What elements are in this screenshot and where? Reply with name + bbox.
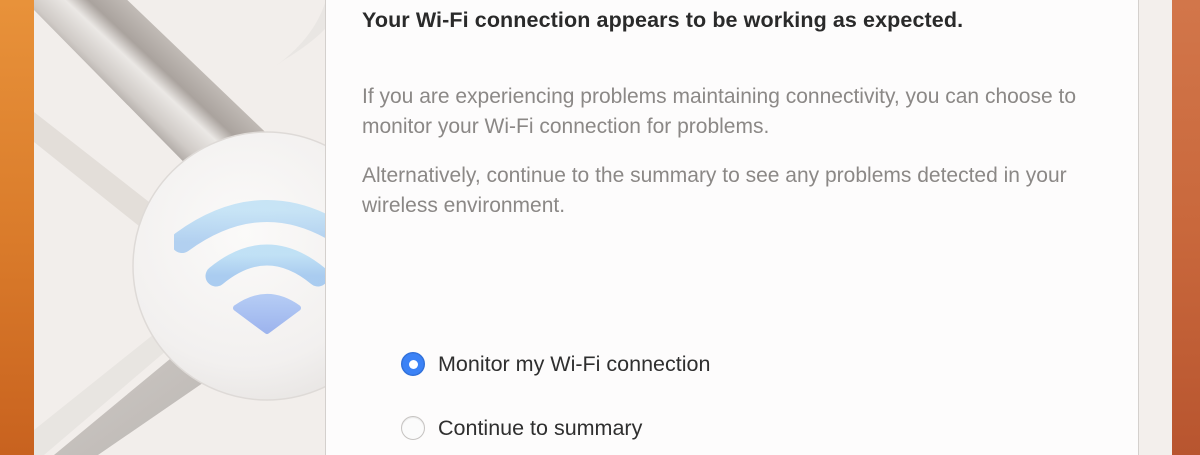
radio-monitor-connection[interactable]: Monitor my Wi-Fi connection: [401, 349, 710, 379]
radio-label[interactable]: Continue to summary: [438, 416, 642, 441]
status-heading: Your Wi-Fi connection appears to be work…: [362, 8, 964, 32]
summary-description: Alternatively, continue to the summary t…: [362, 164, 1067, 217]
radio-dot: [408, 359, 418, 369]
radio-continue-to-summary[interactable]: Continue to summary: [401, 413, 642, 443]
monitor-description: If you are experiencing problems maintai…: [362, 85, 1077, 138]
wifi-icon: [174, 200, 326, 334]
wireless-diagnostics-window: Your Wi-Fi connection appears to be work…: [34, 0, 1172, 455]
assistant-content: Your Wi-Fi connection appears to be work…: [325, 0, 1139, 455]
radio-button-unselected[interactable]: [401, 416, 425, 440]
radio-button-selected[interactable]: [401, 352, 425, 376]
desktop-wallpaper: [1172, 0, 1200, 455]
radio-label[interactable]: Monitor my Wi-Fi connection: [438, 352, 710, 377]
wifi-diagnostics-wrench-icon: [34, 0, 326, 455]
